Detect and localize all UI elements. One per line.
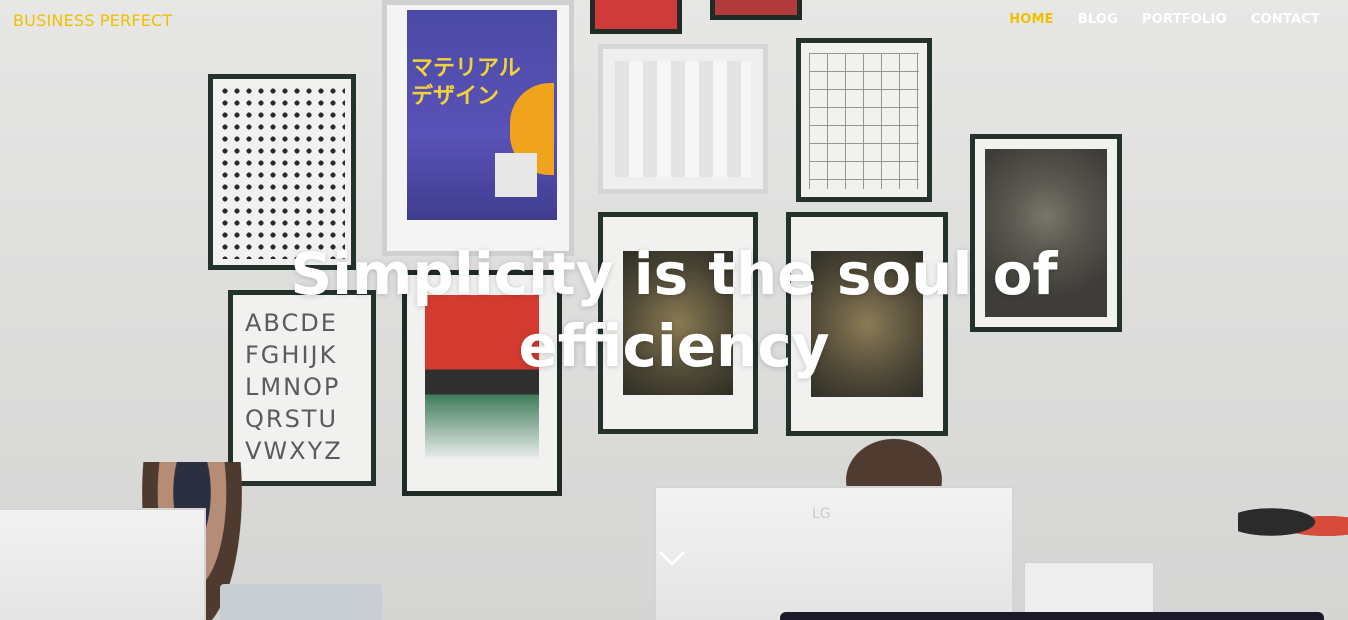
monitor-center: LG xyxy=(654,486,1014,620)
hero-headline: Simplicity is the soul of efficiency xyxy=(0,238,1348,382)
main-nav: HOME BLOG PORTFOLIO CONTACT xyxy=(1009,12,1320,27)
poster-small-top xyxy=(710,0,802,20)
brand-logo[interactable]: BUSINESS PERFECT xyxy=(13,11,172,30)
hero-headline-line-2: efficiency xyxy=(518,312,830,380)
desk-dark-edge xyxy=(780,612,1324,620)
monitor-left xyxy=(0,508,206,620)
desk-items-right xyxy=(1238,506,1348,546)
poster-chart-grid xyxy=(796,38,932,202)
chevron-down-icon[interactable] xyxy=(657,545,687,573)
poster-red-top xyxy=(590,0,682,34)
nav-item-blog[interactable]: BLOG xyxy=(1078,12,1118,27)
poster-material-design: マテリアル デザイン xyxy=(382,0,574,256)
monitor-brand-label: LG xyxy=(812,506,831,522)
poster-japanese-text: マテリアル デザイン xyxy=(411,56,521,109)
nav-item-home[interactable]: HOME xyxy=(1009,12,1054,27)
nav-item-contact[interactable]: CONTACT xyxy=(1251,12,1320,27)
hero-section: マテリアル デザイン ABCDE FGHIJK LMNOP QRSTU VWXY… xyxy=(0,0,1348,620)
laptop-left xyxy=(220,584,382,620)
poster-white-relief xyxy=(598,44,768,194)
nav-item-portfolio[interactable]: PORTFOLIO xyxy=(1142,12,1227,27)
hero-headline-line-1: Simplicity is the soul of xyxy=(290,240,1058,308)
